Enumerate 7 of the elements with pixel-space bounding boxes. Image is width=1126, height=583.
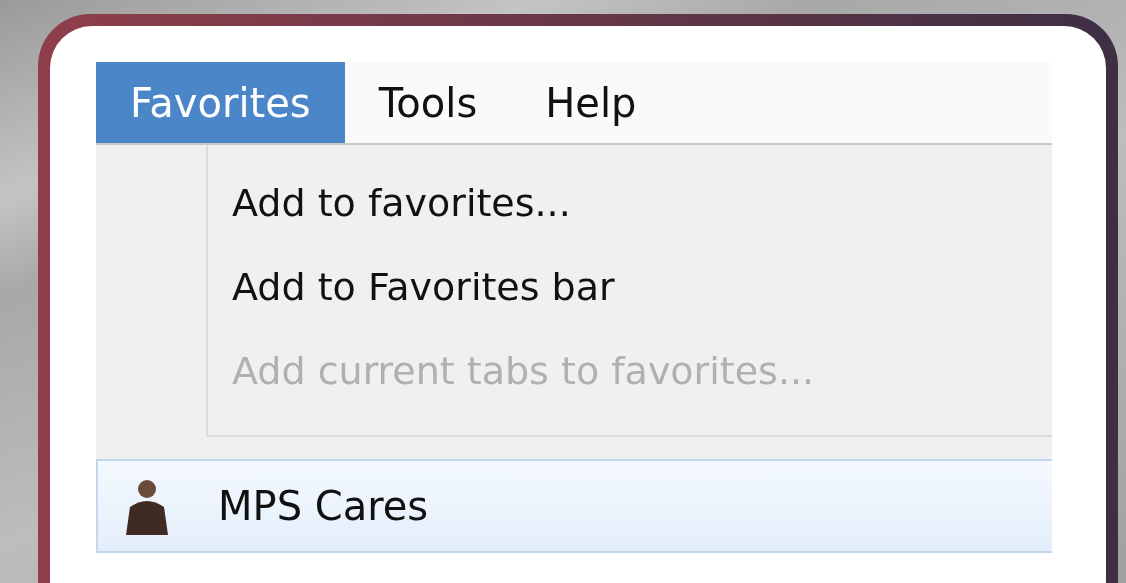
favorite-item[interactable]: MPS Cares xyxy=(96,459,1052,553)
menu-bar-item[interactable]: Help xyxy=(511,62,671,143)
menu-item[interactable]: Add to favorites... xyxy=(208,161,1052,245)
menu-item[interactable]: Add to Favorites bar xyxy=(208,245,1052,329)
menu-bar-item[interactable]: Tools xyxy=(344,62,512,143)
menu-bar-item[interactable]: Favorites xyxy=(96,62,345,143)
favorite-label: MPS Cares xyxy=(218,483,429,529)
